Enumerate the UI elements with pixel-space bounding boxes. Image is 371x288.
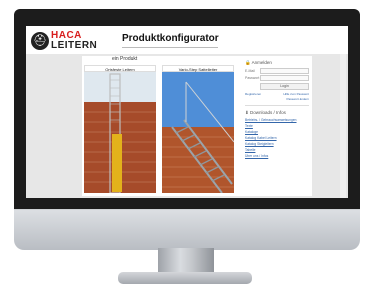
breadcrumb: ein Produkt [112, 56, 138, 62]
site-header: ⛑ HACA LEITERN Produktkonfigurator [26, 26, 348, 54]
stair-ladder-image [162, 72, 234, 193]
login-title: 🔒 Anmelden [245, 60, 312, 66]
product-label: Vario-Step Sattelleiter [162, 65, 234, 72]
email-label: E-Mail [245, 69, 255, 73]
sidebar: 🔒 Anmelden E-Mail Passwort Login Registr… [242, 56, 312, 196]
download-link[interactable]: Texte [245, 124, 309, 128]
password-row: Passwort [245, 75, 309, 81]
download-link[interactable]: Katalog Steigleitern [245, 142, 309, 146]
monitor: ⛑ HACA LEITERN Produktkonfigurator ein P… [0, 0, 371, 288]
download-link[interactable]: Katalog Kabel Leitern [245, 136, 309, 140]
password-label: Passwort [245, 76, 260, 80]
lock-icon: 🔒 [245, 60, 251, 65]
change-password-link[interactable]: Passwort ändern [286, 97, 309, 101]
download-link[interactable]: Kataloge [245, 130, 309, 134]
login-title-text: Anmelden [251, 60, 272, 65]
download-link[interactable]: Betriebs- / Gebrauchsanweisungen [245, 118, 309, 122]
downloads-title: ⬇ Downloads / Infos [245, 110, 312, 116]
downloads-title-text: Downloads / Infos [250, 110, 286, 115]
haca-logo[interactable]: ⛑ HACA LEITERN [31, 31, 105, 53]
ladder-figure-icon: ⛑ [31, 32, 49, 50]
password-field[interactable] [260, 75, 309, 81]
logo-text: HACA LEITERN [51, 31, 105, 51]
product-card-ortsfeste-leitern[interactable]: Ortsfeste Leitern [84, 65, 156, 193]
download-icon: ⬇ [245, 110, 249, 115]
monitor-base [118, 272, 252, 284]
login-button[interactable]: Login [260, 83, 309, 90]
register-link[interactable]: Registrieren [245, 92, 261, 96]
forgot-password-link[interactable]: Hilfe zum Passwort [283, 92, 309, 96]
download-link[interactable]: Über uns / Infos [245, 154, 309, 158]
sidebar-divider [245, 105, 309, 106]
login-links: Registrieren Hilfe zum Passwort [245, 92, 309, 96]
email-field[interactable] [260, 68, 309, 74]
scrollbar[interactable] [340, 54, 346, 198]
email-row: E-Mail [245, 68, 309, 74]
page-title: Produktkonfigurator [122, 33, 219, 44]
product-label: Ortsfeste Leitern [84, 65, 156, 72]
browser-screen: ⛑ HACA LEITERN Produktkonfigurator ein P… [26, 26, 348, 198]
title-divider [122, 47, 218, 48]
ladder-brick-wall-image [84, 72, 156, 193]
monitor-chin [14, 209, 360, 250]
product-card-vario-step[interactable]: Vario-Step Sattelleiter [162, 65, 234, 193]
downloads-list: Betriebs- / Gebrauchsanweisungen Texte K… [245, 118, 309, 158]
download-link[interactable]: Tabelle [245, 148, 309, 152]
main-content: ein Produkt Ortsfeste Leitern Vario-Step… [82, 56, 312, 196]
logo-line2: LEITERN [51, 40, 98, 51]
extra-links: Passwort ändern [245, 97, 309, 101]
